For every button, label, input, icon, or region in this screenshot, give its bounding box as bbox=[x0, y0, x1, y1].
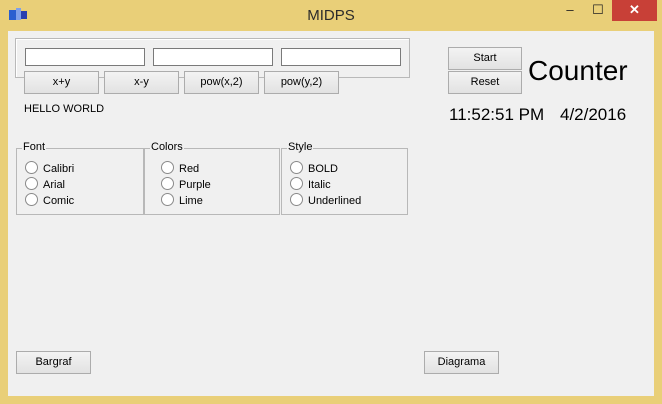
font-group: Font Calibri Arial Comic bbox=[16, 141, 144, 215]
title-bar[interactable]: MIDPS – ☐ ✕ bbox=[0, 0, 662, 32]
diagrama-button[interactable]: Diagrama bbox=[424, 351, 499, 374]
radio-circle-icon bbox=[290, 193, 303, 206]
font-group-caption: Font bbox=[22, 141, 47, 153]
radio-style-bold[interactable]: BOLD bbox=[290, 161, 338, 175]
radio-circle-icon bbox=[25, 177, 38, 190]
radio-font-arial[interactable]: Arial bbox=[25, 177, 65, 191]
radio-color-red[interactable]: Red bbox=[161, 161, 199, 175]
clock-time: 11:52:51 PM bbox=[449, 105, 545, 124]
subtract-button[interactable]: x-y bbox=[104, 71, 179, 94]
colors-group: Colors Red Purple Lime bbox=[144, 141, 280, 215]
style-group-caption: Style bbox=[287, 141, 314, 153]
radio-circle-icon bbox=[25, 161, 38, 174]
minimize-button[interactable]: – bbox=[556, 0, 584, 21]
reset-button[interactable]: Reset bbox=[448, 71, 522, 94]
radio-circle-icon bbox=[161, 161, 174, 174]
radio-color-purple[interactable]: Purple bbox=[161, 177, 211, 191]
radio-style-italic[interactable]: Italic bbox=[290, 177, 331, 191]
client-area: x+y x-y pow(x,2) pow(y,2) HELLO WORLD Fo… bbox=[8, 31, 654, 396]
radio-circle-icon bbox=[161, 193, 174, 206]
input-y[interactable] bbox=[153, 48, 273, 66]
pow-x-button[interactable]: pow(x,2) bbox=[184, 71, 259, 94]
style-group: Style BOLD Italic Underlined bbox=[281, 141, 408, 215]
radio-color-lime[interactable]: Lime bbox=[161, 193, 203, 207]
main-window: MIDPS – ☐ ✕ x+y x-y pow(x,2) pow(y,2) HE… bbox=[0, 0, 662, 404]
radio-circle-icon bbox=[161, 177, 174, 190]
radio-circle-icon bbox=[25, 193, 38, 206]
add-button[interactable]: x+y bbox=[24, 71, 99, 94]
maximize-button[interactable]: ☐ bbox=[584, 0, 612, 21]
colors-group-caption: Colors bbox=[150, 141, 184, 153]
radio-circle-icon bbox=[290, 177, 303, 190]
input-result[interactable] bbox=[281, 48, 401, 66]
radio-style-underlined[interactable]: Underlined bbox=[290, 193, 361, 207]
output-label: HELLO WORLD bbox=[24, 103, 105, 115]
pow-y-button[interactable]: pow(y,2) bbox=[264, 71, 339, 94]
bargraf-button[interactable]: Bargraf bbox=[16, 351, 91, 374]
radio-font-calibri[interactable]: Calibri bbox=[25, 161, 74, 175]
clock-date: 4/2/2016 bbox=[560, 105, 627, 124]
input-x[interactable] bbox=[25, 48, 145, 66]
radio-font-comic[interactable]: Comic bbox=[25, 193, 74, 207]
radio-circle-icon bbox=[290, 161, 303, 174]
close-button[interactable]: ✕ bbox=[612, 0, 657, 21]
counter-label: Counter bbox=[528, 55, 628, 86]
start-button[interactable]: Start bbox=[448, 47, 522, 70]
